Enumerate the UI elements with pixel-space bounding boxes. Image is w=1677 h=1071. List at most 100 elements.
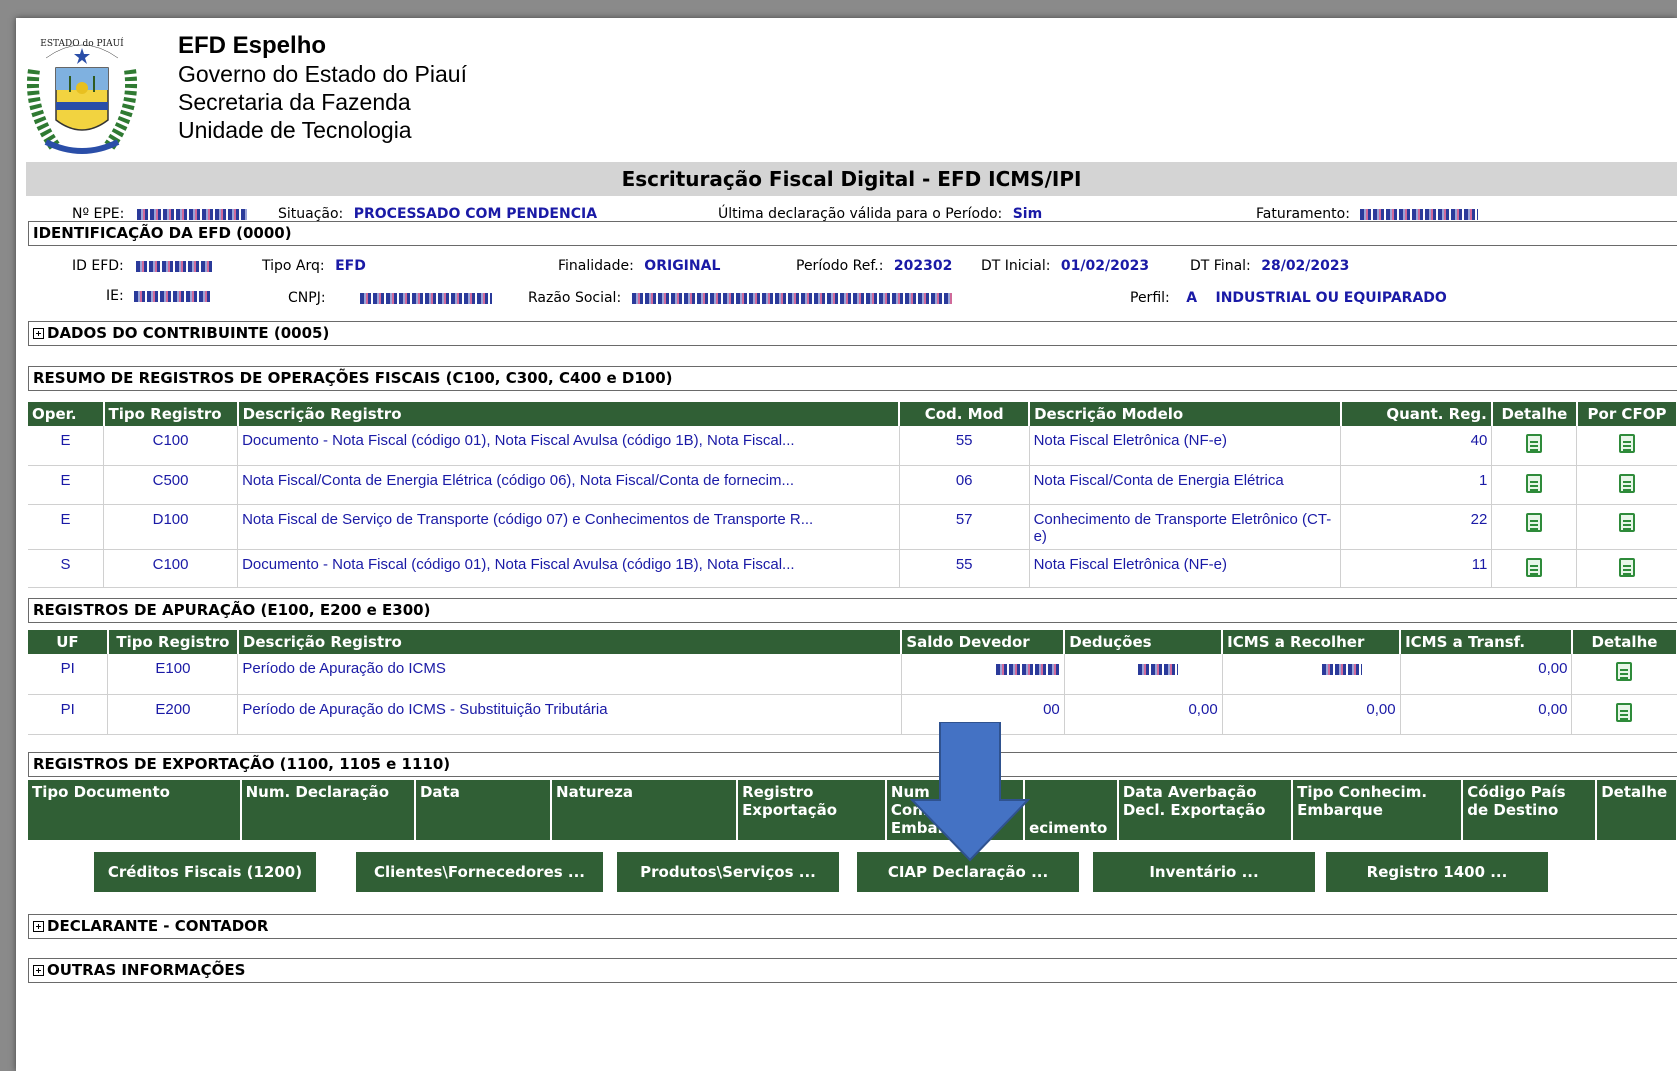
clientes-fornecedores-button[interactable]: Clientes\Fornecedores ... (356, 852, 603, 892)
dt-inicial-label: DT Inicial: (981, 258, 1051, 274)
saldo-value-redacted (995, 663, 1060, 675)
apuracao-section-header: REGISTROS DE APURAÇÃO (E100, E200 e E300… (28, 598, 1677, 623)
dt-final-field: DT Final: 28/02/2023 (1190, 258, 1349, 274)
col-num-declaracao: Num. Declaração (240, 780, 416, 840)
tipo-cell: D100 (103, 504, 239, 550)
document-icon[interactable] (1618, 512, 1635, 532)
tipo-cell: E100 (107, 654, 239, 695)
oper-cell: E (28, 426, 105, 466)
oper-cell: E (28, 504, 105, 550)
table-row: PI E200 Período de Apuração do ICMS - Su… (28, 694, 1677, 735)
ie-value-redacted (134, 290, 213, 302)
col-cod-mod: Cod. Mod (899, 402, 1031, 426)
table-row: S C100 Documento - Nota Fiscal (código 0… (28, 549, 1677, 588)
cod-cell: 06 (899, 465, 1030, 505)
razao-social-label: Razão Social: (528, 290, 622, 306)
apuracao-header-row: UF Tipo Registro Descrição Registro Sald… (28, 630, 1677, 654)
finalidade-label: Finalidade: (558, 258, 634, 274)
descricao-cell: Período de Apuração do ICMS (237, 654, 902, 695)
ultima-label: Última declaração válida para o Período: (718, 206, 1003, 222)
id-efd-label: ID EFD: (72, 258, 124, 274)
finalidade-value: ORIGINAL (644, 258, 721, 274)
exportacao-section-header: REGISTROS DE EXPORTAÇÃO (1100, 1105 e 11… (28, 752, 1677, 777)
registro-1400-button[interactable]: Registro 1400 ... (1326, 852, 1548, 892)
col-descricao-registro: Descrição Registro (237, 630, 903, 654)
col-detalhe: Detalhe (1491, 402, 1578, 426)
svg-text:ESTADO do PIAUÍ: ESTADO do PIAUÍ (40, 37, 124, 49)
perfil-value: INDUSTRIAL OU EQUIPARADO (1215, 290, 1447, 306)
document-icon[interactable] (1618, 557, 1635, 577)
page-title: Escrituração Fiscal Digital - EFD ICMS/I… (26, 162, 1677, 196)
apuracao-table: UF Tipo Registro Descrição Registro Sald… (28, 630, 1677, 735)
resumo-header-row: Oper. Tipo Registro Descrição Registro C… (28, 402, 1677, 426)
document-icon[interactable] (1526, 557, 1543, 577)
id-efd-field: ID EFD: (72, 258, 213, 274)
quant-cell: 1 (1340, 465, 1493, 505)
outras-informacoes-toggle[interactable]: OUTRAS INFORMAÇÕES (28, 958, 1677, 983)
document-icon[interactable] (1616, 702, 1633, 722)
col-data: Data (414, 780, 553, 840)
cfop-cell (1576, 549, 1677, 588)
razao-social-value-redacted (631, 292, 952, 304)
periodo-field: Período Ref.: 202302 (796, 258, 952, 274)
col-tipo-registro: Tipo Registro (107, 630, 239, 654)
descricao-cell: Período de Apuração do ICMS - Substituiç… (237, 694, 902, 735)
tipo-arq-value: EFD (335, 258, 366, 274)
col-deducoes: Deduções (1064, 630, 1224, 654)
epe-field: Nº EPE: (72, 206, 247, 222)
recolher-cell: 0,00 (1222, 694, 1401, 735)
descricao-cell: Nota Fiscal de Serviço de Transporte (có… (237, 504, 900, 550)
tipo-arq-field: Tipo Arq: EFD (262, 258, 366, 274)
col-detalhe: Detalhe (1571, 630, 1677, 654)
situacao-value: PROCESSADO COM PENDENCIA (353, 206, 598, 222)
modelo-cell: Nota Fiscal Eletrônica (NF-e) (1029, 426, 1342, 466)
cod-cell: 57 (899, 504, 1030, 550)
uf-cell: PI (28, 654, 109, 695)
modelo-cell: Conhecimento de Transporte Eletrônico (C… (1029, 504, 1342, 550)
document-icon[interactable] (1526, 512, 1543, 532)
detalhe-cell (1491, 426, 1578, 466)
uf-cell: PI (28, 694, 109, 735)
expand-icon[interactable] (33, 328, 44, 339)
document-icon[interactable] (1526, 473, 1543, 493)
document-icon[interactable] (1618, 434, 1635, 453)
inventario-button[interactable]: Inventário ... (1093, 852, 1315, 892)
outras-label: OUTRAS INFORMAÇÕES (47, 961, 246, 979)
declarante-label: DECLARANTE - CONTADOR (47, 917, 269, 935)
deducoes-cell: 0,00 (1064, 694, 1223, 735)
ie-label: IE: (106, 288, 124, 304)
declarante-toggle[interactable]: DECLARANTE - CONTADOR (28, 914, 1677, 939)
exportacao-header-row: Tipo Documento Num. Declaração Data Natu… (28, 780, 1677, 840)
razao-social-field: Razão Social: (528, 290, 952, 306)
creditos-fiscais-button[interactable]: Créditos Fiscais (1200) (94, 852, 316, 892)
perfil-label: Perfil: (1130, 290, 1170, 306)
produtos-servicos-button[interactable]: Produtos\Serviços ... (617, 852, 839, 892)
saldo-cell (901, 654, 1065, 695)
col-descricao-modelo: Descrição Modelo (1029, 402, 1342, 426)
org-line-government: Governo do Estado do Piauí (178, 61, 467, 87)
deducoes-cell (1064, 654, 1223, 695)
quant-cell: 40 (1340, 426, 1493, 466)
dados-contribuinte-toggle[interactable]: DADOS DO CONTRIBUINTE (0005) (28, 321, 1677, 346)
descricao-cell: Nota Fiscal/Conta de Energia Elétrica (c… (237, 465, 900, 505)
ultima-declaracao-field: Última declaração válida para o Período:… (718, 206, 1042, 222)
ultima-value: Sim (1012, 206, 1043, 222)
expand-icon[interactable] (33, 921, 44, 932)
col-data-averbacao: Data Averbação Decl. Exportação (1117, 780, 1294, 840)
expand-icon[interactable] (33, 965, 44, 976)
cnpj-value-redacted (360, 292, 492, 304)
dt-final-value: 28/02/2023 (1261, 258, 1350, 274)
identificacao-section-header: IDENTIFICAÇÃO DA EFD (0000) (28, 221, 1677, 246)
document-icon[interactable] (1616, 662, 1633, 681)
document-icon[interactable] (1526, 434, 1543, 453)
epe-value-redacted (136, 208, 247, 220)
epe-label: Nº EPE: (72, 206, 125, 222)
table-row: E C100 Documento - Nota Fiscal (código 0… (28, 426, 1677, 466)
deducoes-value-redacted (1137, 663, 1178, 675)
document-icon[interactable] (1618, 473, 1635, 493)
detalhe-cell (1491, 549, 1578, 588)
col-quant-reg: Quant. Reg. (1340, 402, 1493, 426)
detalhe-cell (1491, 504, 1578, 550)
recolher-cell (1222, 654, 1401, 695)
detalhe-cell (1491, 465, 1578, 505)
